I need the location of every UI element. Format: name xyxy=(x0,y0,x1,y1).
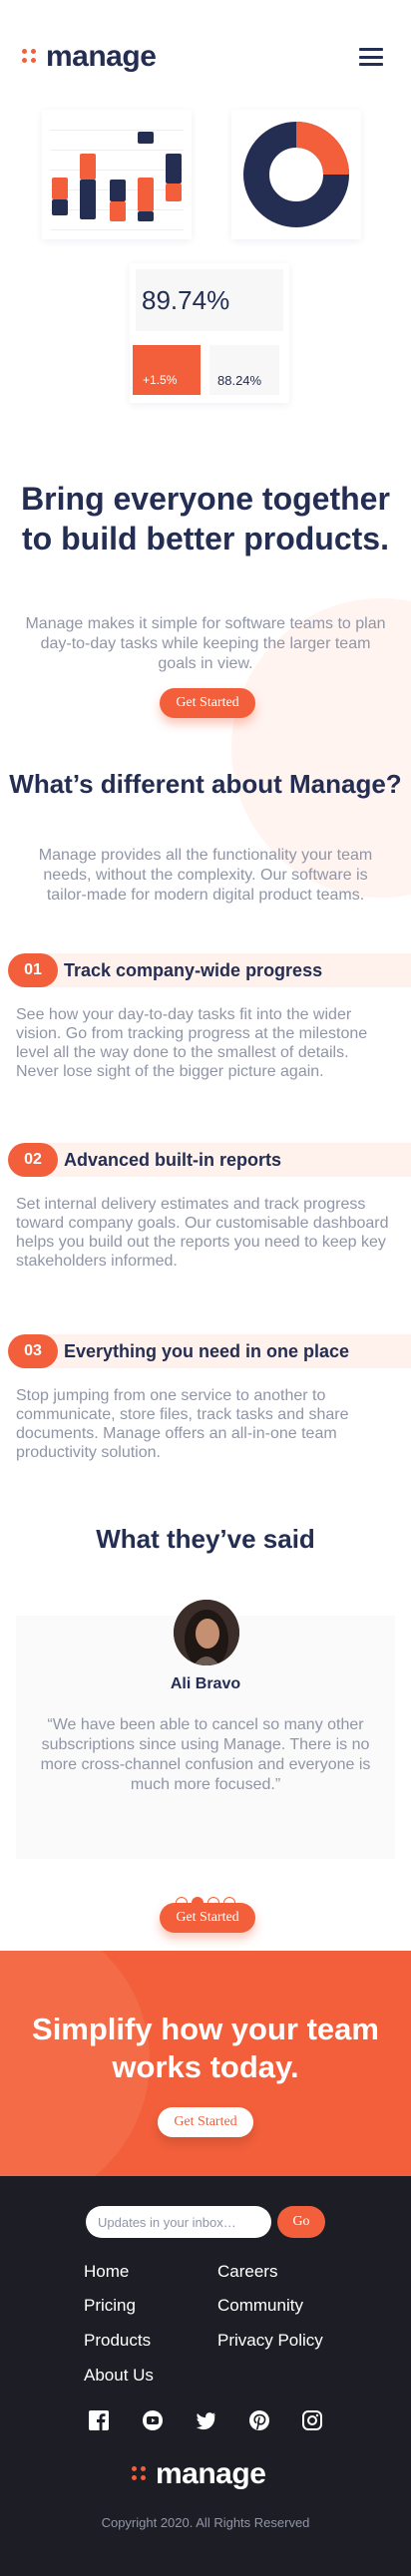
donut-chart xyxy=(243,122,349,227)
testimonial-get-started-button[interactable]: Get Started xyxy=(160,1903,255,1933)
feature-number: 02 xyxy=(8,1143,58,1177)
chart-bar xyxy=(138,211,154,221)
feature-number: 03 xyxy=(8,1334,58,1368)
chart-bar xyxy=(80,154,96,180)
footer-link-pricing[interactable]: Pricing xyxy=(84,2296,136,2316)
hero-get-started-button[interactable]: Get Started xyxy=(160,688,255,718)
hero-illustration: 89.74% +1.5% 88.24% xyxy=(0,100,411,409)
youtube-icon[interactable] xyxy=(142,2409,164,2431)
hero-text: Manage makes it simple for software team… xyxy=(25,615,386,672)
chart-bar xyxy=(110,201,126,221)
hero-title: Bring everyone together to build better … xyxy=(21,481,390,556)
feature-item: 03 Everything you need in one place Stop… xyxy=(0,1334,411,1461)
social-links xyxy=(88,2409,323,2431)
feature-title: Track company-wide progress xyxy=(64,960,323,980)
feature-title: Advanced built-in reports xyxy=(64,1150,282,1170)
feature-text: Set internal delivery estimates and trac… xyxy=(16,1196,389,1270)
different-text: Manage provides all the functionality yo… xyxy=(38,847,373,904)
bar-chart-card xyxy=(42,110,192,239)
donut-chart-card xyxy=(231,110,361,239)
logo-mark xyxy=(22,49,38,65)
footer-logo-text: manage xyxy=(156,2457,266,2490)
stat-secondary: 88.24% xyxy=(209,345,279,395)
footer-link-privacy-policy[interactable]: Privacy Policy xyxy=(217,2331,323,2351)
stat-value: 89.74% xyxy=(142,285,230,315)
newsletter-go-button[interactable]: Go xyxy=(277,2206,325,2238)
chart-bar xyxy=(52,199,68,215)
cta-section: Simplify how your team works today. Get … xyxy=(0,1951,411,2176)
feature-number: 01 xyxy=(8,953,58,987)
feature-text: Stop jumping from one service to another… xyxy=(16,1387,349,1461)
footer: Go Home Pricing Products About Us Career… xyxy=(0,2176,411,2576)
footer-link-community[interactable]: Community xyxy=(217,2296,303,2316)
feature-item: 01 Track company-wide progress See how y… xyxy=(0,953,411,1080)
twitter-icon[interactable] xyxy=(195,2409,216,2431)
footer-link-home[interactable]: Home xyxy=(84,2262,129,2282)
footer-logo-mark xyxy=(132,2466,148,2482)
newsletter-email-input[interactable] xyxy=(86,2206,271,2238)
testimonial-quote: “We have been able to cancel so many oth… xyxy=(40,1716,371,1793)
instagram-icon[interactable] xyxy=(301,2409,323,2431)
footer-link-about-us[interactable]: About Us xyxy=(84,2366,154,2386)
cta-get-started-button[interactable]: Get Started xyxy=(158,2107,253,2137)
chart-bar xyxy=(110,180,126,201)
testimonial-name: Ali Bravo xyxy=(170,1675,241,1692)
stat-card: 89.74% +1.5% 88.24% xyxy=(130,263,289,403)
header: manage xyxy=(0,0,411,110)
footer-link-careers[interactable]: Careers xyxy=(217,2262,277,2282)
page: manage 89.74% +1.5% 88.24% Bring everyon… xyxy=(0,0,411,2576)
chart-bar xyxy=(52,178,68,199)
chart-bar xyxy=(138,132,154,144)
avatar xyxy=(174,1600,239,1665)
chart-bar xyxy=(166,154,182,184)
footer-logo[interactable]: manage xyxy=(132,2457,266,2491)
facebook-icon[interactable] xyxy=(88,2409,110,2431)
footer-link-products[interactable]: Products xyxy=(84,2331,151,2351)
logo[interactable]: manage xyxy=(22,40,157,74)
chart-bar xyxy=(138,178,154,211)
testimonials-title: What they’ve said xyxy=(96,1524,315,1554)
feature-text: See how your day-to-day tasks fit into t… xyxy=(16,1006,368,1080)
pinterest-icon[interactable] xyxy=(248,2409,270,2431)
hamburger-menu-icon[interactable] xyxy=(359,48,383,66)
different-title: What’s different about Manage? xyxy=(9,769,402,799)
logo-text: manage xyxy=(46,40,157,73)
chart-bar xyxy=(80,180,96,219)
stat-change: +1.5% xyxy=(133,345,201,395)
feature-title: Everything you need in one place xyxy=(64,1341,350,1361)
chart-bar xyxy=(166,184,182,201)
feature-item: 02 Advanced built-in reports Set interna… xyxy=(0,1143,411,1270)
copyright-text: Copyright 2020. All Rights Reserved xyxy=(101,2515,310,2530)
cta-title: Simplify how your team works today. xyxy=(32,2012,379,2084)
